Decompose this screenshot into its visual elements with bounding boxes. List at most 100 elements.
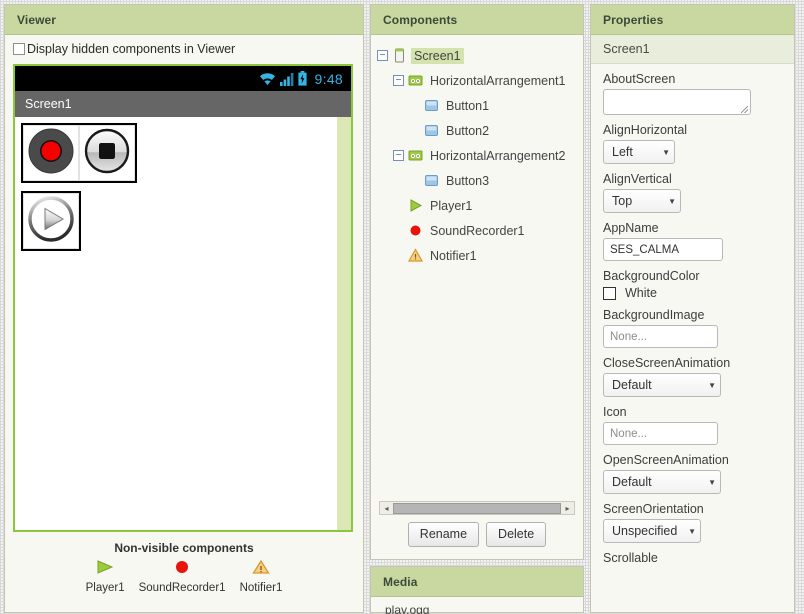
display-hidden-components-label: Display hidden components in Viewer	[27, 42, 236, 56]
tree-node-horizontalarrangement2[interactable]: − HorizontalArrangement2	[393, 143, 583, 168]
property-input-aboutscreen[interactable]	[603, 89, 751, 115]
non-visible-components-row: Player1 SoundRecorder1 Notifier1	[5, 559, 363, 594]
tree-node-label: SoundRecorder1	[430, 223, 525, 238]
tree-node-player1[interactable]: Player1	[393, 193, 583, 218]
screen-icon	[395, 48, 404, 63]
stop-button-icon	[83, 127, 131, 180]
tree-node-label: Player1	[430, 198, 473, 213]
chevron-down-icon: ▼	[708, 477, 716, 487]
horizontal-arrangement-2-preview[interactable]	[21, 191, 81, 251]
phone-title-bar: Screen1	[15, 91, 351, 117]
play-button-icon	[27, 195, 75, 248]
tree-node-button1[interactable]: Button1	[409, 93, 583, 118]
tree-node-label: Button1	[446, 98, 490, 113]
non-visible-label-notifier1: Notifier1	[239, 582, 283, 594]
viewer-panel: Viewer Display hidden components in View…	[4, 4, 364, 613]
non-visible-label-player1: Player1	[85, 582, 125, 594]
color-name-label: White	[625, 286, 657, 300]
tree-node-notifier1[interactable]: Notifier1	[393, 243, 583, 268]
non-visible-item-notifier1[interactable]: Notifier1	[239, 559, 283, 594]
non-visible-item-soundrecorder1[interactable]: SoundRecorder1	[139, 559, 226, 594]
property-input-icon[interactable]: None...	[603, 422, 718, 445]
tree-node-label: HorizontalArrangement2	[430, 148, 566, 163]
property-select-alignvertical[interactable]: Top ▼	[603, 189, 681, 213]
chevron-down-icon: ▼	[662, 147, 670, 157]
tree-node-label: Screen1	[411, 47, 464, 64]
tree-node-screen1[interactable]: − Screen1	[377, 43, 583, 68]
chevron-down-icon: ▼	[708, 380, 716, 390]
display-hidden-components-checkbox[interactable]	[13, 43, 25, 55]
scrollbar-thumb[interactable]	[393, 502, 561, 514]
battery-charging-icon	[297, 71, 307, 86]
viewer-body: Display hidden components in Viewer 9:48…	[5, 35, 363, 594]
properties-panel: Properties Screen1 AboutScreen AlignHoriz…	[590, 4, 795, 613]
property-label-aboutscreen: AboutScreen	[603, 72, 676, 86]
horizontal-arrangement-icon	[408, 150, 423, 161]
scroll-left-arrow-icon[interactable]: ◂	[380, 504, 393, 513]
tree-toggle-horizontalarrangement1[interactable]: −	[393, 75, 404, 86]
tree-node-horizontalarrangement1[interactable]: − HorizontalArrangement1	[393, 68, 583, 93]
tree-node-label: Button3	[446, 173, 490, 188]
button2-preview[interactable]	[79, 125, 135, 181]
property-label-scrollable: Scrollable	[603, 551, 658, 565]
delete-button[interactable]: Delete	[486, 522, 547, 547]
property-select-screenorientation[interactable]: Unspecified ▼	[603, 519, 701, 543]
tree-toggle-screen1[interactable]: −	[377, 50, 388, 61]
property-color-backgroundcolor[interactable]: White	[603, 286, 782, 300]
chevron-down-icon: ▼	[688, 526, 696, 536]
tree-node-label: Notifier1	[430, 248, 477, 263]
tree-node-label: HorizontalArrangement1	[430, 73, 566, 88]
non-visible-item-player1[interactable]: Player1	[86, 559, 125, 594]
component-tree: − Screen1− HorizontalArrangement1 Button1 Bu…	[371, 35, 583, 268]
viewer-panel-title: Viewer	[5, 5, 363, 35]
property-select-value: Default	[612, 475, 652, 489]
property-label-openscreenanimation: OpenScreenAnimation	[603, 453, 729, 467]
tree-node-label: Button2	[446, 123, 490, 138]
player-triangle-icon	[410, 199, 423, 212]
button-icon	[425, 100, 438, 111]
display-hidden-components-row[interactable]: Display hidden components in Viewer	[5, 35, 363, 62]
phone-screen-area	[15, 117, 351, 530]
phone-status-bar: 9:48	[15, 66, 351, 91]
property-label-appname: AppName	[603, 221, 659, 235]
property-input-backgroundimage[interactable]: None...	[603, 325, 718, 348]
horizontal-arrangement-icon	[408, 75, 423, 86]
property-select-value: Unspecified	[612, 524, 678, 538]
tree-node-button2[interactable]: Button2	[409, 118, 583, 143]
tree-node-soundrecorder1[interactable]: SoundRecorder1	[393, 218, 583, 243]
red-dot-recorder-icon	[410, 225, 421, 236]
phone-scrollbar[interactable]	[337, 117, 351, 530]
property-label-screenorientation: ScreenOrientation	[603, 502, 704, 516]
record-button-icon	[27, 127, 75, 180]
components-panel: Components − Screen1− HorizontalArrangemen…	[370, 4, 584, 560]
non-visible-label-soundrecorder1: SoundRecorder1	[138, 582, 226, 594]
property-label-backgroundcolor: BackgroundColor	[603, 269, 700, 283]
scroll-right-arrow-icon[interactable]: ▸	[561, 504, 574, 513]
button3-preview[interactable]	[23, 193, 79, 249]
wifi-icon	[259, 72, 276, 86]
property-label-alignvertical: AlignVertical	[603, 172, 672, 186]
components-action-buttons: Rename Delete	[371, 522, 583, 547]
property-input-appname[interactable]: SES_CALMA	[603, 238, 723, 261]
button1-preview[interactable]	[23, 125, 79, 181]
properties-list: AboutScreen AlignHorizontal Left ▼ AlignVert…	[591, 64, 794, 565]
player-triangle-icon	[96, 559, 114, 580]
property-select-value: Default	[612, 378, 652, 392]
property-select-openscreenanimation[interactable]: Default ▼	[603, 470, 721, 494]
property-select-closescreenanimation[interactable]: Default ▼	[603, 373, 721, 397]
rename-button[interactable]: Rename	[407, 522, 480, 547]
horizontal-arrangement-1-preview[interactable]	[21, 123, 137, 183]
property-label-alignhorizontal: AlignHorizontal	[603, 123, 688, 137]
phone-preview: 9:48 Screen1	[13, 64, 353, 532]
button-icon	[425, 125, 438, 136]
tree-node-button3[interactable]: Button3	[409, 168, 583, 193]
components-horizontal-scrollbar[interactable]: ◂ ▸	[379, 501, 575, 515]
property-select-alignhorizontal[interactable]: Left ▼	[603, 140, 675, 164]
tree-toggle-horizontalarrangement2[interactable]: −	[393, 150, 404, 161]
signal-bars-icon	[279, 72, 294, 86]
media-panel-title: Media	[371, 567, 583, 597]
app-inventor-designer: Viewer Display hidden components in View…	[0, 0, 804, 614]
media-item-play-ogg[interactable]: play.ogg	[371, 597, 583, 614]
warning-triangle-icon	[252, 559, 270, 580]
red-dot-recorder-icon	[173, 559, 191, 580]
